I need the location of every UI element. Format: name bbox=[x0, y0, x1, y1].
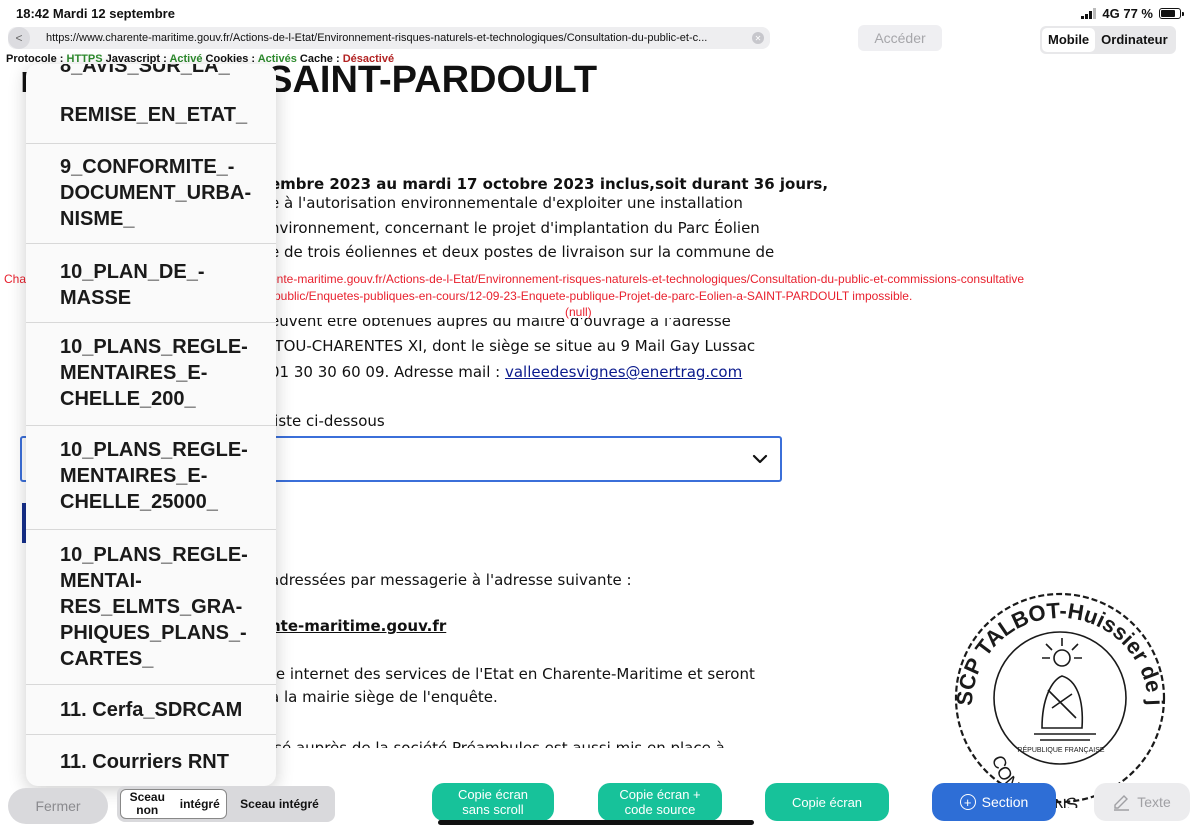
divider bbox=[26, 143, 276, 144]
address-bar[interactable]: < https://www.charente-maritime.gouv.fr/… bbox=[8, 27, 770, 49]
bailiff-stamp: SCP TALBOT-Huissier de justice associé C… bbox=[930, 568, 1168, 808]
list-item[interactable]: 10_PLANS_REGLE- bbox=[26, 542, 276, 568]
status-time: 18:42 Mardi 12 septembre bbox=[16, 6, 175, 21]
registry-email-link[interactable]: nte-maritime.gouv.fr bbox=[270, 617, 446, 635]
seal-off-label-1: Sceau non bbox=[129, 790, 165, 817]
list-item[interactable]: CHELLE_25000_ bbox=[26, 489, 276, 515]
error-line-1: ente-maritime.gouv.fr/Actions-de-l-Etat/… bbox=[270, 272, 1025, 286]
list-item[interactable]: 11. Courriers RNT bbox=[26, 749, 276, 775]
network-status: 4G 77 % bbox=[1102, 6, 1153, 21]
list-item[interactable]: CHELLE_200_ bbox=[26, 386, 276, 412]
list-item[interactable]: 10_PLANS_REGLE- bbox=[26, 334, 276, 360]
copy-screen-source-button[interactable]: Copie écran + code source bbox=[598, 783, 722, 821]
seal-on-option[interactable]: Sceau intégré bbox=[227, 789, 332, 819]
text-button[interactable]: Texte bbox=[1094, 783, 1190, 821]
close-button[interactable]: Fermer bbox=[8, 788, 108, 824]
content-line: à la mairie siège de l'enquête. bbox=[270, 688, 498, 706]
seal-toggle[interactable]: Sceau non intégré Sceau intégré bbox=[117, 786, 335, 822]
seal-off-option[interactable]: Sceau non intégré bbox=[120, 789, 227, 819]
mode-desktop[interactable]: Ordinateur bbox=[1095, 28, 1173, 52]
copy-screen-noscroll-button[interactable]: Copie écran sans scroll bbox=[432, 783, 554, 821]
list-item[interactable]: DOCUMENT_URBA- bbox=[26, 180, 276, 206]
section-label: Section bbox=[981, 794, 1029, 810]
battery-icon bbox=[1159, 8, 1184, 19]
email-link[interactable]: valleedesvignes@enertrag.com bbox=[505, 363, 742, 381]
stamp-text-top: SCP TALBOT-Huissier de justice associé bbox=[930, 568, 1168, 707]
edit-icon bbox=[1114, 795, 1130, 811]
home-indicator bbox=[438, 820, 754, 825]
text-label: Texte bbox=[1137, 794, 1171, 810]
error-line-2: -public/Enquetes-publiques-en-cours/12-0… bbox=[270, 289, 913, 303]
content-line: e à l'autorisation environnementale d'ex… bbox=[270, 194, 743, 212]
cache-label: Cache : bbox=[296, 53, 343, 65]
content-text: 01 30 30 60 09. Adresse mail : bbox=[270, 363, 505, 381]
view-mode-toggle[interactable]: Mobile Ordinateur bbox=[1040, 26, 1176, 54]
back-icon[interactable]: < bbox=[8, 27, 30, 49]
go-button[interactable]: Accéder bbox=[858, 25, 942, 51]
status-indicators: 4G 77 % bbox=[1081, 6, 1184, 21]
cache-value: Désactivé bbox=[342, 53, 395, 65]
content-line: e de trois éoliennes et deux postes de l… bbox=[270, 243, 775, 261]
divider bbox=[26, 425, 276, 426]
list-item[interactable]: NISME_ bbox=[26, 206, 276, 232]
content-line: te internet des services de l'Etat en Ch… bbox=[270, 665, 755, 683]
copy-screen-button[interactable]: Copie écran bbox=[765, 783, 889, 821]
list-item[interactable]: 9_CONFORMITE_- bbox=[26, 154, 276, 180]
list-item[interactable]: RES_ELMTS_GRA- bbox=[26, 594, 276, 620]
select-options-popover[interactable]: 8_AVIS_SUR_LA_ REMISE_EN_ETAT_ 9_CONFORM… bbox=[26, 64, 276, 786]
clear-icon[interactable]: ✕ bbox=[752, 32, 764, 44]
section-button[interactable]: + Section bbox=[932, 783, 1056, 821]
content-line: ITOU-CHARENTES XI, dont le siège se situ… bbox=[270, 337, 756, 355]
list-item[interactable]: REMISE_EN_ETAT_ bbox=[26, 102, 276, 128]
list-item[interactable]: 11. Cerfa_SDRCAM bbox=[26, 697, 276, 723]
divider bbox=[26, 322, 276, 323]
copy-source-label-1: Copie écran + bbox=[619, 787, 701, 802]
copy-noscroll-label-2: sans scroll bbox=[462, 802, 524, 817]
plus-circle-icon: + bbox=[959, 794, 976, 810]
list-item[interactable]: MENTAIRES_E- bbox=[26, 463, 276, 489]
content-line: isé auprès de la société Préambules est … bbox=[270, 739, 725, 748]
content-line: euvent être obtenues auprès du maître d'… bbox=[270, 318, 731, 330]
copy-source-label-2: code source bbox=[624, 802, 696, 817]
divider bbox=[26, 529, 276, 530]
seal-off-label-2: intégré bbox=[179, 796, 220, 811]
url-text[interactable]: https://www.charente-maritime.gouv.fr/Ac… bbox=[46, 32, 746, 44]
content-line: embre 2023 au mardi 17 octobre 2023 incl… bbox=[270, 175, 828, 193]
list-item[interactable]: 10_PLAN_DE_- bbox=[26, 259, 276, 285]
list-item[interactable]: 8_AVIS_SUR_LA_ bbox=[26, 64, 276, 84]
list-item[interactable]: MASSE bbox=[26, 285, 276, 311]
content-line: nvironnement, concernant le projet d'imp… bbox=[270, 219, 760, 237]
content-line: liste ci-dessous bbox=[270, 412, 385, 430]
signal-icon bbox=[1081, 8, 1097, 19]
list-item[interactable]: 10_PLANS_REGLE- bbox=[26, 437, 276, 463]
divider bbox=[26, 243, 276, 244]
list-item[interactable]: CARTES_ bbox=[26, 646, 276, 672]
copy-noscroll-label-1: Copie écran bbox=[457, 787, 529, 802]
stamp-text-center: RÉPUBLIQUE FRANÇAISE bbox=[1017, 745, 1104, 754]
mode-mobile[interactable]: Mobile bbox=[1042, 28, 1096, 52]
content-line: adressées par messagerie à l'adresse sui… bbox=[270, 571, 632, 589]
error-line-3: (null) bbox=[565, 305, 592, 319]
content-bold: embre 2023 au mardi 17 octobre 2023 incl… bbox=[270, 175, 829, 193]
list-item[interactable]: MENTAI- bbox=[26, 568, 276, 594]
error-prefix: Cha bbox=[4, 272, 27, 286]
content-line: 01 30 30 60 09. Adresse mail : valleedes… bbox=[270, 363, 742, 381]
divider bbox=[26, 684, 276, 685]
chevron-down-icon[interactable] bbox=[748, 447, 772, 471]
list-item[interactable]: MENTAIRES_E- bbox=[26, 360, 276, 386]
divider bbox=[26, 734, 276, 735]
svg-text:SCP TALBOT-Huissier de justice: SCP TALBOT-Huissier de justice associé bbox=[930, 568, 1168, 707]
list-item[interactable]: PHIQUES_PLANS_- bbox=[26, 620, 276, 646]
